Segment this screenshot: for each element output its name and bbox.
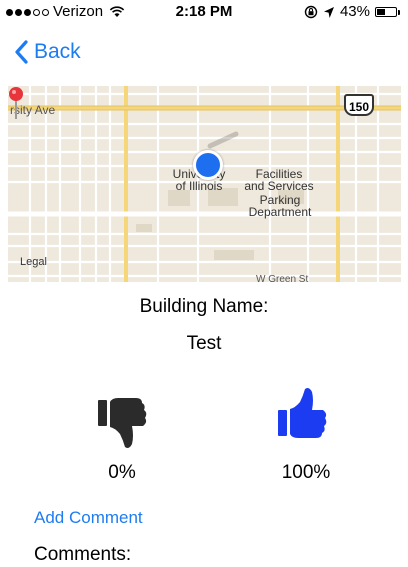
add-comment-button[interactable]: Add Comment <box>34 508 143 528</box>
place-label-facilities: Facilities and Services <box>238 168 320 192</box>
battery-fill <box>377 9 385 15</box>
route-shield: 150 <box>344 94 374 116</box>
place-label-facilities-line2: and Services <box>244 179 314 193</box>
status-right: 43% <box>304 0 400 24</box>
bottom-street-label: W Green St <box>256 274 309 282</box>
thumbs-up-percent: 100% <box>281 462 331 483</box>
building-name-value: Test <box>186 333 222 354</box>
back-label: Back <box>34 40 81 63</box>
legal-link[interactable]: Legal <box>20 256 47 268</box>
thumbs-up-icon[interactable] <box>278 386 328 440</box>
battery-percent: 43% <box>339 3 370 20</box>
battery-icon <box>375 7 400 17</box>
map-view[interactable]: rsity Ave 150 University of Illinois Fac… <box>8 86 401 282</box>
user-location-dot <box>193 150 223 180</box>
building-name-label: Building Name: <box>139 296 269 317</box>
map-pin-icon[interactable] <box>8 86 24 120</box>
place-label-parking-line2: Department <box>248 205 312 219</box>
status-bar: Verizon 2:18 PM 43% <box>0 0 408 24</box>
chevron-left-icon <box>15 40 28 64</box>
location-arrow-icon <box>323 6 334 18</box>
comments-header: Comments: <box>34 544 132 565</box>
navigation-bar: Back <box>0 24 408 86</box>
rotation-lock-icon <box>304 5 318 19</box>
place-label-parking: Parking Department <box>240 194 320 218</box>
thumbs-down-icon[interactable] <box>98 396 148 450</box>
back-button[interactable]: Back <box>14 40 81 64</box>
thumbs-down-percent: 0% <box>108 462 136 483</box>
place-label-university-line2: of Illinois <box>175 179 223 193</box>
